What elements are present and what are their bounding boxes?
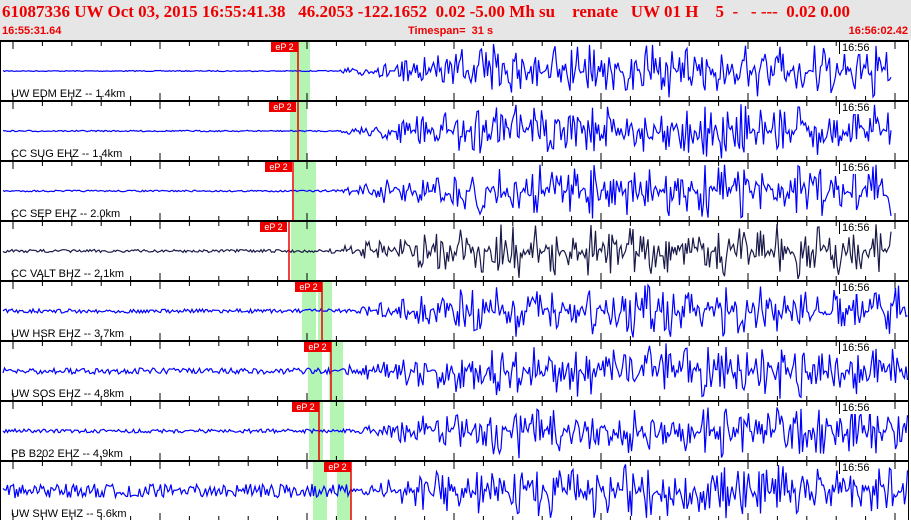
pick-label[interactable]: eP 2 xyxy=(260,222,287,232)
waveform-trace xyxy=(2,464,908,519)
waveform-trace xyxy=(2,343,908,399)
timespan: Timespan= 31 s xyxy=(408,25,494,37)
trace-panel[interactable]: eP 2 16:56 UW SHW EHZ -- 5.6km xyxy=(0,460,909,520)
minute-label: 16:56 xyxy=(839,42,872,54)
channel-label: UW HSR EHZ -- 3.7km xyxy=(11,328,125,340)
pick-label[interactable]: eP 2 xyxy=(292,402,319,412)
trace-panel[interactable]: eP 2 16:56 PB B202 EHZ -- 4.9km xyxy=(0,400,909,460)
event-header: 61087336 UW Oct 03, 2015 16:55:41.38 46.… xyxy=(0,0,911,40)
waveform-trace xyxy=(2,224,892,280)
waveform-trace xyxy=(2,104,892,159)
minute-label: 16:56 xyxy=(839,342,872,354)
waveform-trace xyxy=(2,283,908,338)
trace-panel[interactable]: eP 2 16:56 UW SOS EHZ -- 4.8km xyxy=(0,340,909,400)
minute-label: 16:56 xyxy=(839,462,872,474)
pick-label[interactable]: eP 2 xyxy=(304,342,331,352)
pick-label[interactable]: eP 2 xyxy=(269,102,296,112)
channel-label: CC SEP EHZ -- 2.0km xyxy=(11,208,121,220)
start-time: 16:55:31.64 xyxy=(2,25,62,37)
waveform-trace xyxy=(2,164,892,219)
trace-panel[interactable]: eP 2 16:56 UW EDM EHZ -- 1.4km xyxy=(0,40,909,100)
event-summary: 61087336 UW Oct 03, 2015 16:55:41.38 46.… xyxy=(2,2,851,21)
minute-label: 16:56 xyxy=(839,162,872,174)
waveform-trace xyxy=(2,407,908,459)
channel-label: CC VALT BHZ -- 2.1km xyxy=(11,268,125,280)
channel-label: PB B202 EHZ -- 4.9km xyxy=(11,448,123,460)
channel-label: UW SHW EHZ -- 5.6km xyxy=(11,508,127,520)
seismogram-panels: eP 2 16:56 UW EDM EHZ -- 1.4km eP 2 16:56 CC … xyxy=(0,40,911,520)
minute-label: 16:56 xyxy=(839,402,872,414)
channel-label: UW EDM EHZ -- 1.4km xyxy=(11,88,126,100)
trace-panel[interactable]: eP 2 16:56 CC SEP EHZ -- 2.0km xyxy=(0,160,909,220)
pick-label[interactable]: eP 2 xyxy=(324,462,351,472)
trace-panel[interactable]: eP 2 16:56 CC SUG EHZ -- 1.4km xyxy=(0,100,909,160)
waveform-trace xyxy=(2,44,892,99)
end-time: 16:56:02.42 xyxy=(848,25,908,37)
pick-label[interactable]: eP 2 xyxy=(271,42,298,52)
trace-panel[interactable]: eP 2 16:56 CC VALT BHZ -- 2.1km xyxy=(0,220,909,280)
channel-label: CC SUG EHZ -- 1.4km xyxy=(11,148,123,160)
minute-label: 16:56 xyxy=(839,102,872,114)
channel-label: UW SOS EHZ -- 4.8km xyxy=(11,388,125,400)
trace-panel[interactable]: eP 2 16:56 UW HSR EHZ -- 3.7km xyxy=(0,280,909,340)
pick-label[interactable]: eP 2 xyxy=(265,162,292,172)
minute-label: 16:56 xyxy=(839,222,872,234)
minute-label: 16:56 xyxy=(839,282,872,294)
pick-label[interactable]: eP 2 xyxy=(295,282,322,292)
